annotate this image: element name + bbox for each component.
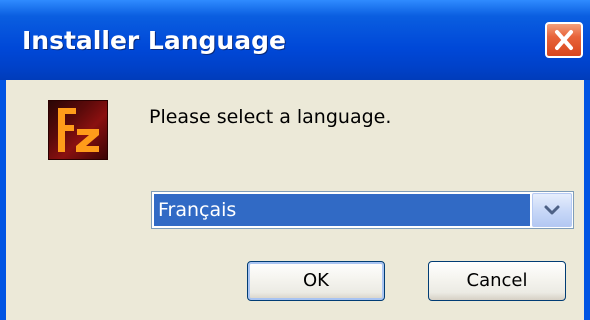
select-language-prompt: Please select a language.: [149, 106, 392, 128]
language-select-dropdown-button[interactable]: [532, 193, 572, 227]
chevron-down-icon: [544, 205, 560, 215]
close-button[interactable]: [545, 22, 583, 58]
language-select-value[interactable]: Français: [154, 194, 530, 226]
language-select[interactable]: Français: [151, 191, 574, 229]
filezilla-logo-icon: [48, 100, 108, 160]
dialog-body: Please select a language. Français OK Ca…: [6, 80, 584, 320]
cancel-button[interactable]: Cancel: [428, 261, 566, 301]
title-bar[interactable]: Installer Language: [0, 0, 590, 80]
close-icon: [555, 30, 573, 50]
window-title: Installer Language: [22, 26, 286, 55]
installer-language-window: Installer Language Please select a langu…: [0, 0, 590, 320]
ok-button[interactable]: OK: [247, 261, 385, 301]
